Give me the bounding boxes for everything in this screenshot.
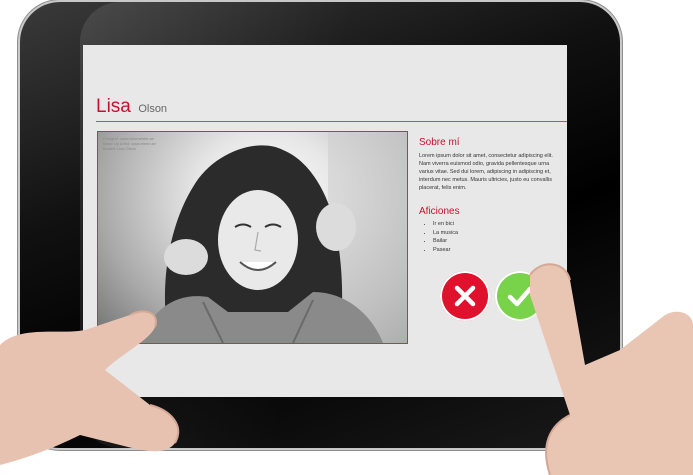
about-heading: Sobre mí <box>419 137 460 148</box>
hobby-item: Ir en bici <box>433 220 564 229</box>
profile-last-name: Olson <box>138 103 168 115</box>
hobby-item: La musica <box>433 229 564 238</box>
header-divider <box>96 121 567 122</box>
hobbies-heading: Aficiones <box>419 206 460 217</box>
photo-credit: Fotograf: www.fotomehler.se Make Up Arti… <box>103 136 156 151</box>
hobby-item: Pasear <box>433 246 564 255</box>
about-text: Lorem ipsum dolor sit amet, consectetur … <box>419 153 553 191</box>
x-icon <box>454 285 476 307</box>
profile-info: Sobre mí Lorem ipsum dolor sit amet, con… <box>419 137 564 254</box>
profile-first-name: Lisa <box>96 96 131 117</box>
photo-credit-line: Modell: Lisa Olson <box>103 146 136 151</box>
reject-button[interactable] <box>440 271 490 321</box>
profile-title: Lisa Olson <box>96 97 167 116</box>
hobby-item: Bailar <box>433 237 564 246</box>
hobbies-list: Ir en bici La musica Bailar Pasear <box>419 220 564 254</box>
right-hand-image <box>529 263 693 475</box>
left-hand-image <box>0 310 180 465</box>
